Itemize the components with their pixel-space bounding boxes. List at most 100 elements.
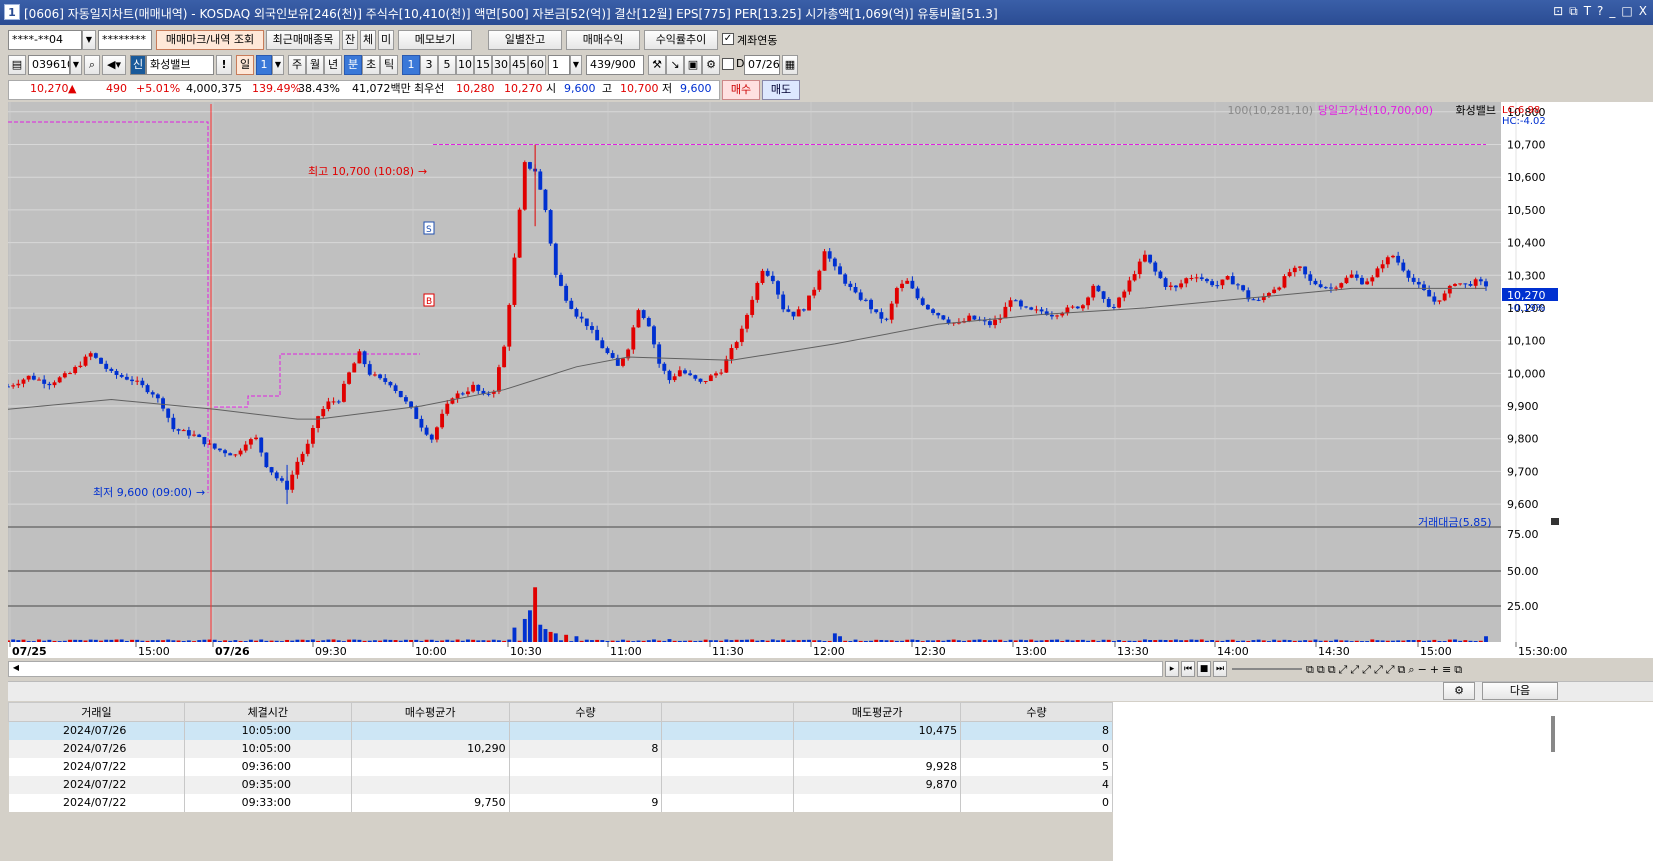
volume-bar: [931, 640, 935, 642]
volume-bar: [1277, 640, 1282, 642]
candle-body: [915, 288, 920, 299]
zoom-slider[interactable]: [1232, 668, 1302, 670]
candle-body: [688, 373, 693, 376]
col-buy-qty[interactable]: 수량: [508, 702, 663, 722]
table-row[interactable]: 2024/07/26 10:05:00 10,475 8: [8, 721, 1113, 740]
stock-chart[interactable]: 10,80010,70010,60010,50010,40010,30010,2…: [8, 102, 1653, 658]
next-button[interactable]: 다음: [1482, 682, 1558, 700]
table-row[interactable]: 2024/07/22 09:36:00 9,928 5: [8, 757, 1113, 776]
search-icon[interactable]: ⌕: [84, 55, 100, 75]
tab-jan[interactable]: 잔: [342, 30, 358, 50]
unit-field[interactable]: 1: [548, 55, 570, 75]
unit-dropdown-icon[interactable]: ▼: [570, 55, 582, 75]
account-link-checkbox[interactable]: ✓: [722, 33, 734, 45]
volume-bar: [522, 618, 527, 642]
period-day-count[interactable]: 1: [256, 55, 272, 75]
minute-3[interactable]: 3: [420, 55, 438, 75]
minute-30[interactable]: 30: [492, 55, 510, 75]
date-checkbox[interactable]: [722, 58, 734, 70]
table-row[interactable]: 2024/07/22 09:35:00 9,870 4: [8, 775, 1113, 794]
pin-icon[interactable]: ⊡: [1553, 4, 1563, 19]
period-dropdown-icon[interactable]: ▼: [272, 55, 284, 75]
col-trade-date[interactable]: 거래일: [8, 702, 185, 722]
chart-scrollbar[interactable]: ◀: [8, 661, 1163, 677]
nav-last-icon[interactable]: ⏭: [1213, 661, 1227, 677]
alert-icon[interactable]: !: [216, 55, 232, 75]
stock-name-field[interactable]: 화성밸브: [146, 55, 214, 75]
draw-tool-icon[interactable]: ↘: [666, 55, 684, 75]
minute-10[interactable]: 10: [456, 55, 474, 75]
nav-play-icon[interactable]: ▸: [1165, 661, 1179, 677]
candle-body: [750, 299, 755, 315]
trade-profit-button[interactable]: 매매수익: [566, 30, 640, 50]
nav-first-icon[interactable]: ⏮: [1181, 661, 1195, 677]
period-year[interactable]: 년: [324, 55, 342, 75]
volume-bar: [739, 639, 744, 642]
pane-close-icon[interactable]: [1551, 518, 1559, 525]
period-minute[interactable]: 분: [344, 55, 362, 75]
volume-bar: [631, 641, 636, 642]
recent-trades-button[interactable]: 최근매매종목: [266, 30, 340, 50]
password-field[interactable]: ********: [98, 30, 152, 50]
table-cell: 2024/07/22: [8, 793, 185, 812]
grid-scrollbar[interactable]: [1551, 716, 1555, 752]
volume-bar: [1024, 640, 1029, 642]
date-field[interactable]: 07/26: [744, 55, 780, 75]
tab-che[interactable]: 체: [360, 30, 376, 50]
col-buy-avg[interactable]: 매수평균가: [350, 702, 510, 722]
profit-trend-button[interactable]: 수익률추이: [644, 30, 718, 50]
account-dropdown-icon[interactable]: ▼: [82, 30, 96, 50]
period-day[interactable]: 일: [236, 55, 254, 75]
table-row[interactable]: 2024/07/22 09:33:00 9,750 9 0: [8, 793, 1113, 812]
chart-tool-icons[interactable]: ⧉⧉⧉⤢⤢⤢⤢⤢⧉⌕−+≡⧉: [1306, 663, 1465, 677]
volume-bar: [781, 639, 786, 642]
trade-mark-button[interactable]: 매매마크/내역 조회: [156, 30, 264, 50]
account-select[interactable]: ****-**04: [8, 30, 82, 50]
period-month[interactable]: 월: [306, 55, 324, 75]
minute-45[interactable]: 45: [510, 55, 528, 75]
volume-bar: [801, 639, 806, 642]
speaker-icon[interactable]: ◀▾: [102, 55, 126, 75]
calendar-icon[interactable]: ▦: [782, 55, 798, 75]
period-tick[interactable]: 틱: [380, 55, 398, 75]
minute-60[interactable]: 60: [528, 55, 546, 75]
buy-button[interactable]: 매수: [722, 80, 760, 100]
nav-stop-icon[interactable]: ■: [1197, 661, 1211, 677]
stock-code-field[interactable]: 039610: [28, 55, 70, 75]
maximize-button[interactable]: □: [1621, 4, 1632, 19]
minimize-button[interactable]: _: [1609, 4, 1615, 19]
layout-icon[interactable]: ▤: [8, 55, 26, 75]
count-field[interactable]: 439/900: [586, 55, 644, 75]
tab-mi[interactable]: 미: [378, 30, 394, 50]
candle-body: [1385, 257, 1390, 265]
current-price-label: 10,270: [1507, 289, 1546, 302]
gear-icon[interactable]: ⚙: [702, 55, 720, 75]
daily-balance-button[interactable]: 일별잔고: [488, 30, 562, 50]
period-second[interactable]: 초: [362, 55, 380, 75]
col-exec-time[interactable]: 체결시간: [183, 702, 352, 722]
save-icon[interactable]: ▣: [684, 55, 702, 75]
account-link-label: 계좌연동: [737, 34, 778, 47]
grid-settings-button[interactable]: ⚙: [1443, 682, 1475, 700]
sell-button[interactable]: 매도: [762, 80, 800, 100]
font-icon[interactable]: T: [1584, 4, 1591, 19]
scroll-left-icon[interactable]: ◀: [10, 663, 22, 675]
help-icon[interactable]: ?: [1597, 4, 1603, 19]
minute-1[interactable]: 1: [402, 55, 420, 75]
col-sell-avg[interactable]: 매도평균가: [793, 702, 962, 722]
grid-empty-area: [1113, 702, 1653, 861]
code-dropdown-icon[interactable]: ▼: [70, 55, 82, 75]
memo-button[interactable]: 메모보기: [398, 30, 472, 50]
minute-15[interactable]: 15: [474, 55, 492, 75]
restore-tile-icon[interactable]: ⧉: [1569, 4, 1578, 19]
table-row[interactable]: 2024/07/26 10:05:00 10,290 8 0: [8, 739, 1113, 758]
period-week[interactable]: 주: [288, 55, 306, 75]
table-cell: 8: [960, 721, 1113, 740]
close-button[interactable]: X: [1639, 4, 1647, 19]
indicator-icon[interactable]: ⚒: [648, 55, 666, 75]
candle-body: [1034, 309, 1039, 311]
time-tick-label: 11:00: [610, 645, 642, 658]
col-sell-qty[interactable]: 수량: [960, 702, 1113, 722]
volume: 4,000,375: [186, 82, 242, 95]
minute-5[interactable]: 5: [438, 55, 456, 75]
